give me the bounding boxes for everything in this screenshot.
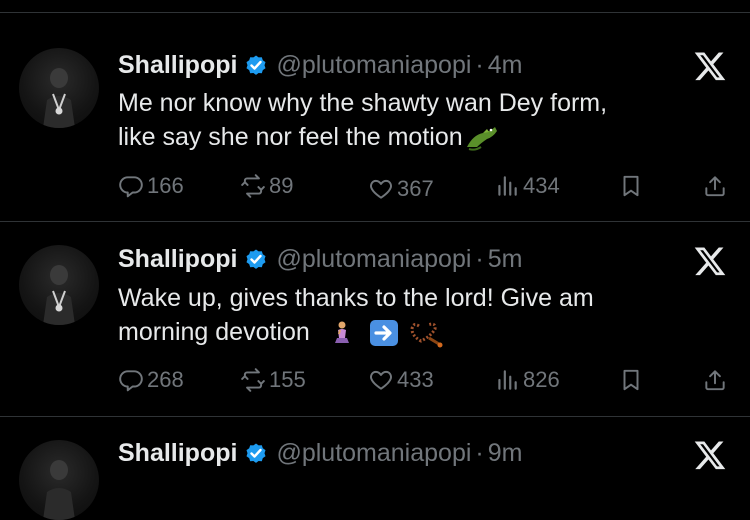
avatar-image (43, 460, 75, 520)
repost-count: 89 (269, 173, 294, 198)
avatar[interactable] (19, 440, 99, 520)
right-arrow-emoji (369, 320, 398, 347)
reply-button[interactable]: 166 (118, 173, 184, 199)
like-count: 433 (397, 367, 434, 392)
tweet-actions: 268 155 433 826 (118, 367, 730, 397)
user-handle[interactable]: @plutomaniapopi (276, 245, 471, 274)
user-handle[interactable]: @plutomaniapopi (276, 51, 471, 80)
separator-dot: · (475, 50, 484, 79)
bookmark-icon (623, 369, 639, 391)
avatar[interactable] (19, 48, 99, 128)
kneeling-person-emoji (334, 321, 349, 344)
repost-button[interactable]: 155 (240, 367, 306, 393)
tweet-text: Me nor know why the shawty wan Dey form,… (118, 86, 718, 154)
timestamp[interactable]: 4m (488, 51, 523, 80)
timestamp[interactable]: 5m (488, 245, 523, 274)
timestamp[interactable]: 9m (488, 439, 523, 468)
reply-button[interactable]: 268 (118, 367, 184, 393)
views-button[interactable]: 826 (494, 367, 560, 393)
x-logo-icon (694, 441, 726, 470)
tweet-text: Wake up, gives thanks to the lord! Give … (118, 281, 718, 349)
tweet-header: Shallipopi @plutomaniapopi · 5m (118, 242, 522, 276)
user-handle[interactable]: @plutomaniapopi (276, 439, 471, 468)
verified-badge-icon (246, 249, 266, 269)
tweet-header: Shallipopi @plutomaniapopi · 9m (118, 436, 522, 470)
tweet-divider (0, 221, 750, 222)
bookmark-button[interactable] (618, 173, 647, 199)
bookmark-button[interactable] (618, 367, 647, 393)
views-icon (498, 370, 517, 390)
like-button[interactable]: 433 (368, 367, 434, 393)
views-count: 434 (523, 173, 560, 198)
crocodile-emoji (466, 127, 497, 152)
display-name[interactable]: Shallipopi (118, 439, 237, 468)
share-icon (705, 176, 725, 197)
tweet-text-line-1: Wake up, gives thanks to the lord! Give … (118, 284, 594, 312)
views-button[interactable]: 434 (494, 173, 560, 199)
verified-badge-icon (246, 55, 266, 75)
avatar[interactable] (19, 245, 99, 325)
reply-count: 166 (147, 173, 184, 198)
repost-count: 155 (269, 367, 306, 392)
top-divider (0, 12, 750, 13)
x-logo-icon (694, 247, 726, 276)
tweet-text-line-2: morning devotion (118, 318, 310, 346)
separator-dot: · (475, 244, 484, 273)
avatar-image (43, 265, 75, 325)
share-button[interactable] (702, 173, 731, 199)
avatar-image (43, 68, 75, 128)
tweet-text-line-1: Me nor know why the shawty wan Dey form, (118, 89, 608, 117)
reply-icon (119, 176, 143, 198)
tweet-actions: 166 89 367 434 (118, 173, 730, 203)
display-name[interactable]: Shallipopi (118, 51, 237, 80)
prayer-beads-emoji (410, 323, 443, 348)
reply-icon (119, 370, 143, 392)
repost-icon (241, 174, 265, 198)
repost-button[interactable]: 89 (240, 173, 293, 199)
reply-count: 268 (147, 367, 184, 392)
views-count: 826 (523, 367, 560, 392)
views-icon (498, 176, 517, 196)
share-button[interactable] (702, 367, 731, 393)
like-count: 367 (397, 176, 434, 201)
tweet-header: Shallipopi @plutomaniapopi · 4m (118, 48, 522, 82)
like-button[interactable]: 367 (368, 176, 434, 202)
separator-dot: · (475, 438, 484, 467)
tweet-divider (0, 416, 750, 417)
x-logo-icon (694, 52, 726, 81)
like-icon (370, 179, 392, 199)
tweet-text-line-2: like say she nor feel the motion (118, 123, 463, 151)
repost-icon (241, 368, 265, 392)
share-icon (705, 370, 725, 391)
display-name[interactable]: Shallipopi (118, 245, 237, 274)
bookmark-icon (623, 175, 639, 197)
verified-badge-icon (246, 443, 266, 463)
like-icon (370, 370, 392, 390)
